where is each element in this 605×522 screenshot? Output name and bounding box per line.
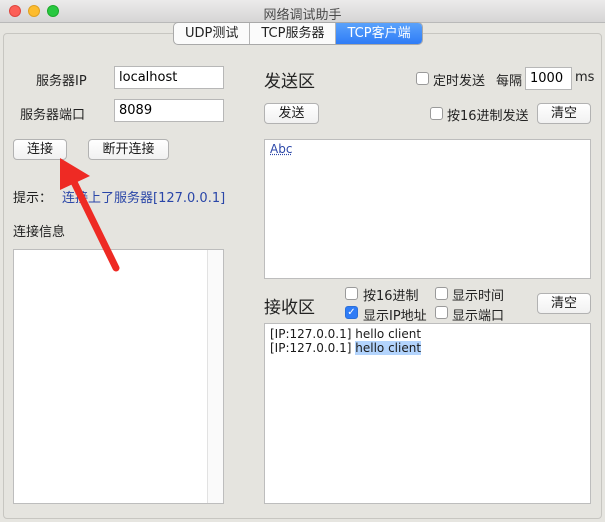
tab-tcp-client[interactable]: TCP客户端 xyxy=(336,23,422,44)
receive-line-prefix: [IP:127.0.0.1] xyxy=(270,327,352,341)
clear-receive-button[interactable]: 清空 xyxy=(537,293,591,314)
tab-udp-test[interactable]: UDP测试 xyxy=(174,23,251,44)
hex-send-label: 按16进制发送 xyxy=(447,109,529,124)
hint-label: 提示： xyxy=(13,191,53,206)
show-port-checkbox[interactable] xyxy=(435,306,448,319)
timed-send-checkbox[interactable] xyxy=(416,72,429,85)
receive-line: [IP:127.0.0.1] hello client xyxy=(270,327,421,341)
hex-receive-label: 按16进制 xyxy=(363,289,419,304)
hex-send-checkbox[interactable] xyxy=(430,107,443,120)
interval-unit-label: ms xyxy=(575,70,595,85)
server-ip-label: 服务器IP xyxy=(36,74,87,89)
send-text-content: Abc xyxy=(270,142,293,156)
clear-send-button[interactable]: 清空 xyxy=(537,103,591,124)
show-ip-checkbox[interactable]: ✓ xyxy=(345,306,358,319)
receive-line-message: hello client xyxy=(355,327,422,341)
hex-receive-checkbox[interactable] xyxy=(345,287,358,300)
window-title: 网络调试助手 xyxy=(263,8,342,23)
receive-text-area[interactable]: [IP:127.0.0.1] hello client [IP:127.0.0.… xyxy=(264,323,591,504)
send-text-area[interactable]: Abc xyxy=(264,139,591,279)
connect-button[interactable]: 连接 xyxy=(13,139,67,160)
show-port-label: 显示端口 xyxy=(452,309,505,324)
tab-tcp-server[interactable]: TCP服务器 xyxy=(250,23,337,44)
server-ip-input[interactable] xyxy=(114,66,224,89)
disconnect-button[interactable]: 断开连接 xyxy=(88,139,169,160)
server-port-input[interactable] xyxy=(114,99,224,122)
show-time-label: 显示时间 xyxy=(452,289,505,304)
receive-line-message-selected: hello client xyxy=(355,341,422,355)
receive-line-prefix: [IP:127.0.0.1] xyxy=(270,341,352,355)
timed-send-label: 定时发送 xyxy=(433,74,486,89)
server-port-label: 服务器端口 xyxy=(20,108,86,123)
tab-bar: UDP测试 TCP服务器 TCP客户端 xyxy=(173,22,423,45)
show-time-checkbox[interactable] xyxy=(435,287,448,300)
send-button[interactable]: 发送 xyxy=(264,103,319,124)
connection-info-box[interactable] xyxy=(13,249,224,504)
receive-area-title: 接收区 xyxy=(264,298,315,318)
receive-line: [IP:127.0.0.1] hello client xyxy=(270,341,422,355)
interval-input[interactable] xyxy=(525,67,572,90)
connection-info-scrollbar[interactable] xyxy=(207,250,223,503)
send-area-title: 发送区 xyxy=(264,72,315,92)
connection-info-label: 连接信息 xyxy=(13,225,66,240)
interval-label: 每隔 xyxy=(496,74,523,89)
title-bar: 网络调试助手 xyxy=(0,0,605,23)
show-ip-label: 显示IP地址 xyxy=(363,309,427,324)
hint-status-text: 连接上了服务器[127.0.0.1] xyxy=(62,191,226,206)
